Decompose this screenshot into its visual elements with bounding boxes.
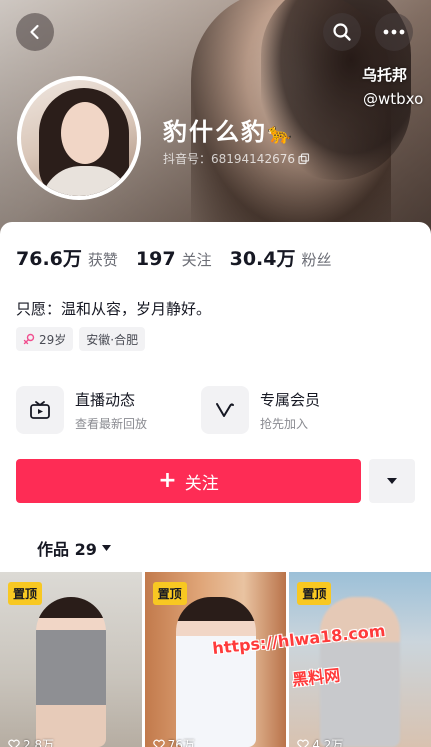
following-label: 关注 — [181, 251, 212, 269]
nickname-text: 豹什么豹 — [163, 118, 267, 146]
follow-button[interactable]: + 关注 — [16, 459, 361, 503]
video-likes: 2.8万 — [8, 736, 54, 747]
video-thumbnail[interactable]: 置顶 4.2万 — [289, 572, 431, 747]
site-watermark-name: 黑料网 — [291, 665, 342, 690]
followers-label: 粉丝 — [301, 251, 332, 269]
member-subtitle: 抢先加入 — [260, 416, 309, 431]
back-button[interactable] — [16, 13, 54, 51]
more-button[interactable] — [375, 13, 413, 51]
location-text: 安徽·合肥 — [86, 332, 139, 347]
pinned-badge: 置顶 — [152, 582, 187, 605]
live-title: 直播动态 — [75, 390, 136, 409]
age-text: 29岁 — [39, 332, 67, 347]
following-count[interactable]: 197 — [136, 248, 176, 270]
works-tab-label: 作品 29 — [37, 540, 97, 559]
video-likes-count: 4.2万 — [312, 738, 344, 747]
douyin-id-text: 抖音号：68194142676 — [163, 152, 295, 166]
works-grid: 置顶 2.8万 置顶 76万 置顶 4.2万 — [0, 572, 431, 747]
live-replay-entry[interactable]: 直播动态 查看最新回放 — [16, 386, 147, 434]
heart-icon — [8, 739, 20, 747]
v-badge-icon — [201, 386, 249, 434]
video-likes: 4.2万 — [297, 736, 343, 747]
likes-label: 获赞 — [87, 251, 118, 269]
watermark-handle: @wtbxo — [363, 90, 424, 108]
heart-icon — [152, 739, 165, 747]
tab-works[interactable]: 作品 29 — [37, 536, 112, 560]
heart-icon — [297, 739, 310, 747]
search-icon — [333, 23, 351, 41]
plus-icon: + — [158, 468, 177, 493]
likes-count[interactable]: 76.6万 — [16, 244, 82, 271]
caret-down-icon — [101, 545, 111, 551]
thumbnail-photo — [175, 597, 256, 747]
membership-entry[interactable]: 专属会员 抢先加入 — [201, 386, 320, 434]
location-tag: 安徽·合肥 — [79, 327, 146, 351]
follow-label: 关注 — [184, 473, 219, 494]
profile-stats: 76.6万 获赞 197 关注 30.4万 粉丝 — [16, 244, 350, 271]
recommend-dropdown-button[interactable] — [369, 459, 415, 503]
copy-icon — [298, 152, 310, 164]
back-arrow-icon — [30, 24, 39, 40]
video-likes-count: 76万 — [167, 738, 195, 747]
avatar-face — [61, 102, 109, 164]
video-likes-count: 2.8万 — [23, 738, 55, 747]
leopard-emoji-icon: 🐆 — [267, 121, 294, 145]
caret-down-icon — [387, 478, 397, 484]
avatar[interactable] — [17, 76, 141, 200]
thumbnail-photo — [35, 597, 106, 747]
followers-count[interactable]: 30.4万 — [230, 244, 296, 271]
video-likes: 76万 — [152, 736, 195, 747]
profile-nickname: 豹什么豹🐆 — [163, 112, 294, 147]
video-thumbnail[interactable]: 置顶 2.8万 — [0, 572, 142, 747]
tv-icon — [16, 386, 64, 434]
more-icon — [383, 29, 405, 35]
profile-tags: 29岁 安徽·合肥 — [16, 327, 146, 351]
member-title: 专属会员 — [260, 390, 321, 409]
live-subtitle: 查看最新回放 — [75, 416, 148, 431]
age-tag: 29岁 — [16, 327, 74, 351]
female-icon — [23, 333, 35, 345]
video-thumbnail[interactable]: 置顶 76万 — [144, 572, 287, 747]
watermark-name: 乌托邦 — [362, 66, 408, 84]
profile-content: 76.6万 获赞 197 关注 30.4万 粉丝 只愿：温和从容，岁月静好。 2… — [0, 222, 431, 747]
pinned-badge: 置顶 — [8, 582, 43, 605]
pinned-badge: 置顶 — [297, 582, 332, 605]
search-button[interactable] — [323, 13, 361, 51]
douyin-id[interactable]: 抖音号：68194142676 — [163, 150, 310, 167]
profile-bio: 只愿：温和从容，岁月静好。 — [16, 300, 212, 318]
